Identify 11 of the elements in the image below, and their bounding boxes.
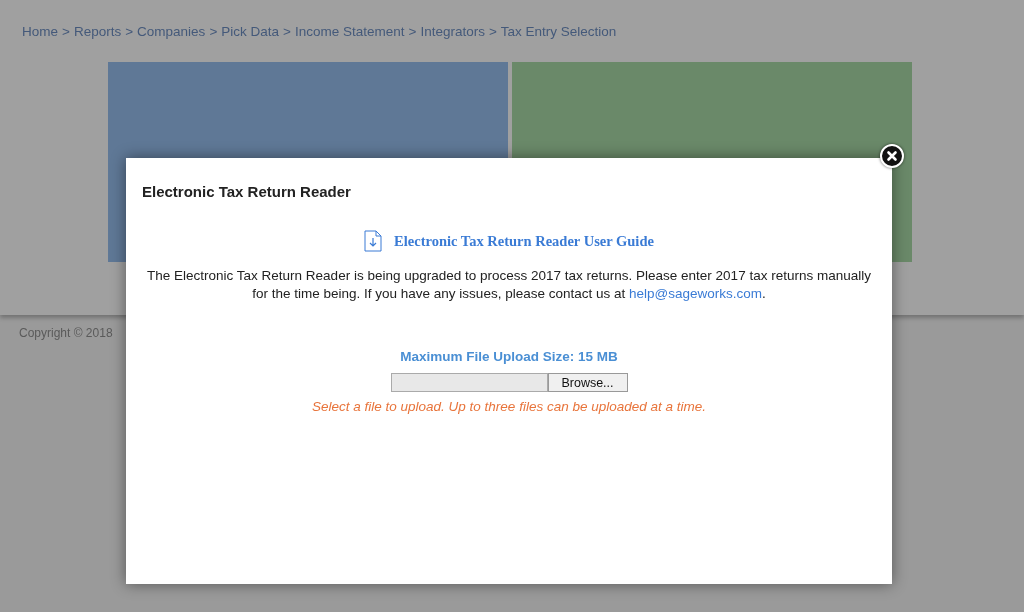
upload-limit-label: Maximum File Upload Size: 15 MB [399, 349, 619, 364]
breadcrumb-separator: > [62, 24, 70, 39]
breadcrumb-separator: > [125, 24, 134, 39]
breadcrumb-separator: > [488, 24, 497, 39]
upload-hint: Select a file to upload. Up to three files can be uploaded at a time. [311, 399, 707, 414]
breadcrumb-separator: > [408, 24, 417, 39]
breadcrumb-separator: > [209, 24, 218, 39]
breadcrumb-separator: > [283, 24, 291, 39]
copyright-text: Copyright © 2018 [18, 325, 114, 342]
modal-title: Electronic Tax Return Reader [142, 183, 352, 200]
notice-message: The Electronic Tax Return Reader is being upgraded to process 2017 tax returns. Please enter 2017 tax returns manually for the time being. If you have any issues, please contact us at help@sageworks.com. [146, 267, 872, 303]
